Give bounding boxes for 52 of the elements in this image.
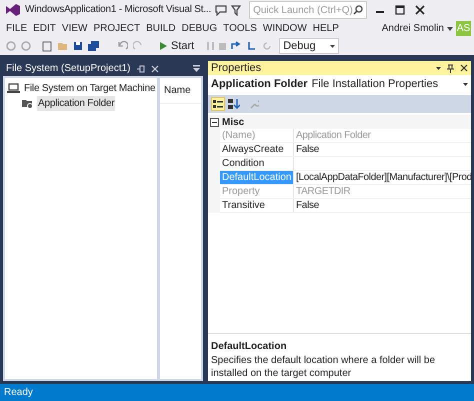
column-header[interactable]: Name (160, 78, 201, 104)
property-value[interactable]: False (294, 143, 471, 156)
close-icon[interactable] (460, 64, 468, 72)
dropdown-caret-icon (463, 82, 468, 86)
property-value[interactable]: False (294, 199, 471, 212)
feedback-icon[interactable] (215, 4, 228, 16)
filter-icon[interactable] (231, 4, 242, 16)
dropdown-caret-icon (447, 26, 453, 30)
panel-title: Properties (211, 60, 262, 76)
menu-item[interactable]: HELP (310, 21, 342, 36)
window-title: WindowsApplication1 - Microsoft Visual St... (25, 4, 212, 16)
description-text: Specifies the default location where a folder will be installed on the target computer (211, 354, 436, 380)
start-button[interactable]: Start (158, 38, 196, 54)
pin-icon[interactable] (447, 64, 454, 72)
folder-icon (21, 98, 34, 109)
computer-icon (7, 83, 20, 94)
dropdown-caret-icon[interactable] (436, 66, 441, 70)
property-name[interactable]: AlwaysCreate (220, 143, 294, 156)
categorized-button[interactable] (211, 97, 225, 111)
menu-item[interactable]: PROJECT (90, 21, 144, 36)
property-name[interactable]: Transitive (220, 199, 294, 212)
menu-item[interactable]: VIEW (58, 21, 90, 36)
property-name[interactable]: Condition (220, 157, 294, 170)
tree-item[interactable]: Application Folder (37, 96, 116, 111)
search-icon (353, 5, 364, 15)
description-title: DefaultLocation (211, 340, 288, 354)
new-project-icon[interactable] (42, 40, 52, 52)
menu-item[interactable]: EDIT (30, 21, 59, 36)
configuration-dropdown[interactable]: Debug (279, 38, 340, 54)
quick-launch-field[interactable]: Quick Launch (Ctrl+Q) (249, 1, 368, 19)
step-icon[interactable] (231, 41, 242, 51)
menu-item[interactable]: WINDOW (260, 21, 310, 36)
menu-item[interactable]: BUILD (143, 21, 179, 36)
menu-item[interactable]: DEBUG (178, 21, 220, 36)
save-all-icon[interactable] (88, 41, 99, 51)
panel-menu-icon[interactable] (193, 64, 200, 72)
sort-alphabetical-icon[interactable] (228, 99, 240, 109)
collapse-icon[interactable] (210, 118, 219, 126)
category-heading: Misc (222, 116, 244, 130)
close-icon[interactable] (415, 5, 426, 15)
save-icon[interactable] (73, 41, 83, 51)
maximize-icon[interactable] (395, 5, 406, 15)
visual-studio-logo-icon (5, 3, 21, 17)
menu-item[interactable]: FILE (3, 21, 30, 36)
categorized-icon (213, 100, 223, 108)
status-text: Ready (4, 386, 33, 400)
menu-item[interactable]: TOOLS (220, 21, 260, 36)
panel-title: File System (SetupProject1) (6, 62, 130, 76)
account-name[interactable]: Andrei Smolin (382, 21, 444, 36)
dropdown-caret-icon (330, 44, 336, 48)
tree-item[interactable]: File System on Target Machine (23, 81, 156, 96)
play-icon (160, 42, 167, 50)
